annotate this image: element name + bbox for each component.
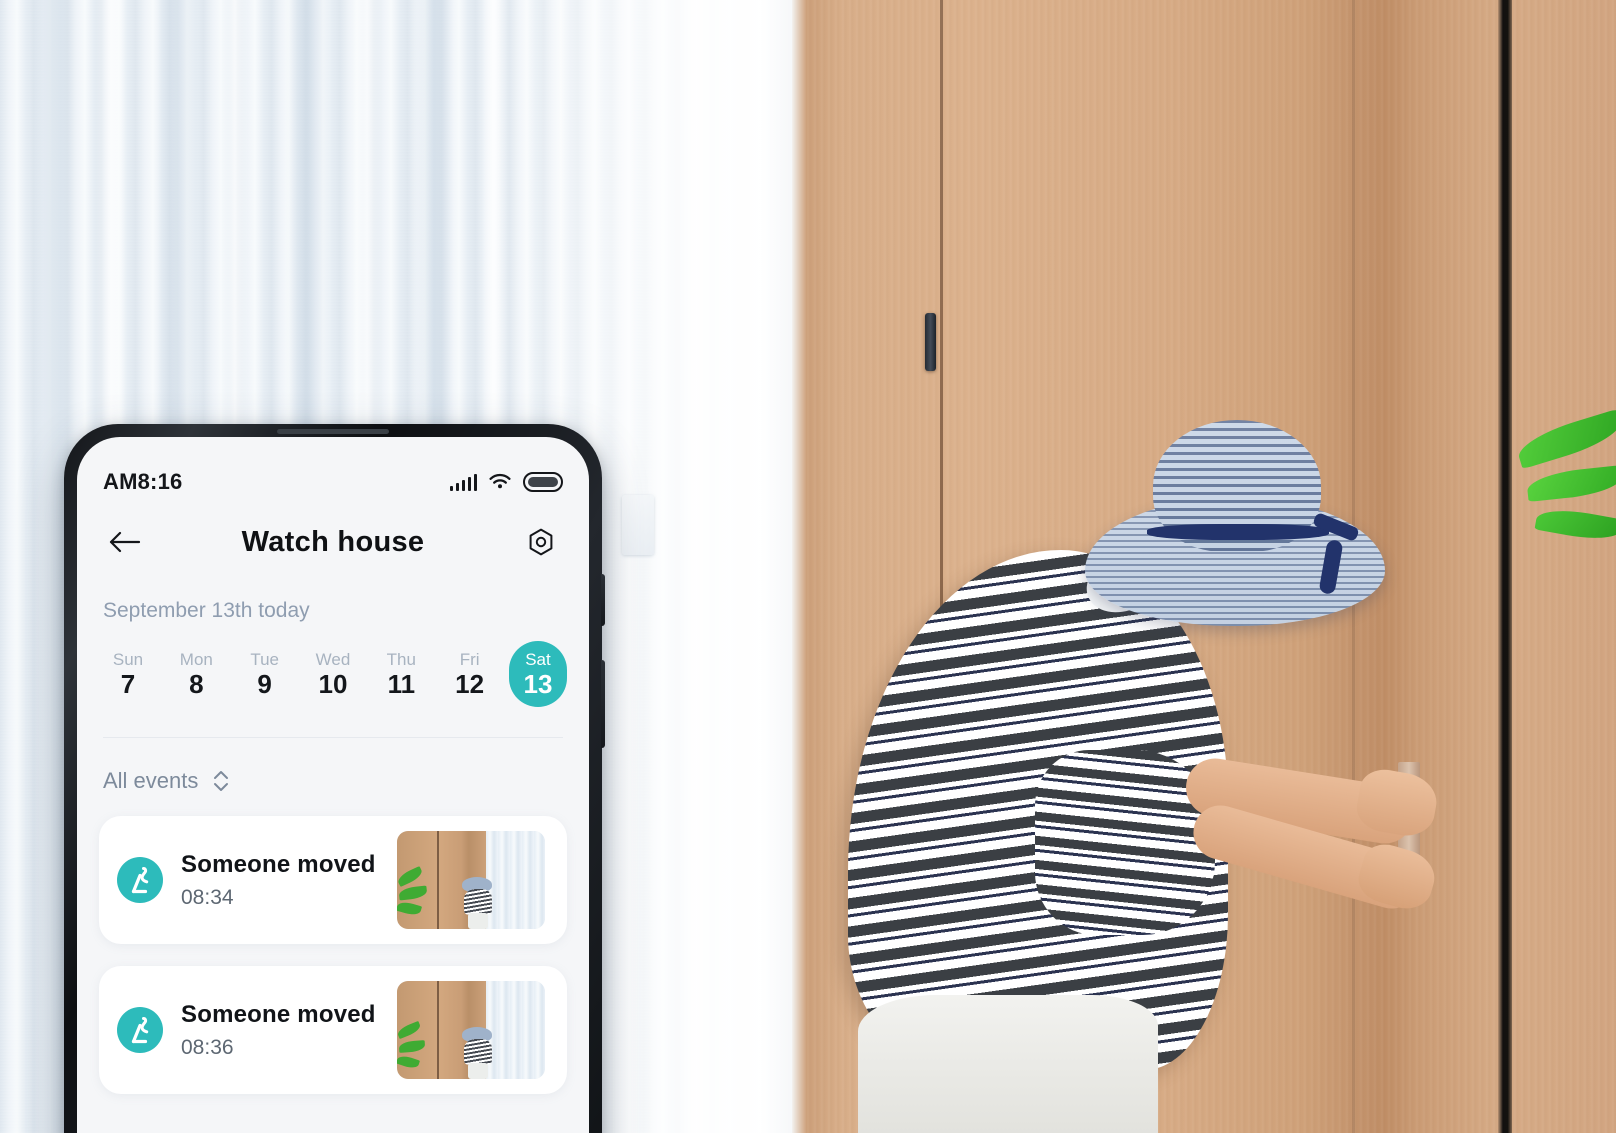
- thumb-body: [464, 1039, 493, 1065]
- door-handle: [925, 313, 936, 371]
- day-of-week: Thu: [386, 650, 416, 669]
- week-day-strip: Sun 7 Mon 8 Tue 9 Wed 10 Thu 11 Fri 12 S…: [77, 623, 589, 707]
- thumb-plant: [397, 865, 431, 927]
- earpiece-speaker: [277, 429, 389, 434]
- phone-screen: AM8:16 Watch house September 13th today …: [77, 437, 589, 1133]
- smartphone-device: AM8:16 Watch house September 13th today …: [64, 424, 605, 1133]
- sort-updown-chevron-icon: [214, 771, 229, 791]
- signal-icon: [449, 473, 477, 491]
- app-header: Watch house: [77, 501, 589, 573]
- event-text-block: Someone moved 08:34: [181, 851, 379, 910]
- date-label: September 13th today: [103, 599, 310, 622]
- event-time: 08:36: [181, 1035, 234, 1059]
- thumb-person: [462, 1027, 496, 1079]
- day-cell-tue[interactable]: Tue 9: [236, 641, 294, 707]
- day-number: 11: [387, 669, 416, 699]
- day-of-week: Sun: [112, 650, 144, 669]
- day-of-week: Fri: [459, 650, 480, 669]
- day-number: 12: [455, 669, 485, 699]
- settings-button[interactable]: [519, 520, 563, 564]
- event-text-block: Someone moved 08:36: [181, 1001, 379, 1060]
- white-pants: [858, 995, 1158, 1133]
- thumb-body: [464, 889, 493, 915]
- events-filter-label: All events: [103, 768, 199, 793]
- day-number: 10: [318, 669, 348, 699]
- event-time: 08:34: [181, 885, 234, 909]
- event-card[interactable]: Someone moved 08:34: [99, 816, 567, 944]
- day-number: 13: [523, 669, 553, 699]
- hex-nut-settings-icon: [529, 528, 553, 556]
- hat-band: [1147, 524, 1329, 540]
- day-of-week: Wed: [315, 650, 351, 669]
- day-cell-mon[interactable]: Mon 8: [167, 641, 225, 707]
- door-left-edge: [792, 0, 806, 1133]
- day-cell-thu[interactable]: Thu 11: [372, 641, 430, 707]
- events-list: Someone moved 08:34 Someone moved 08:36: [77, 794, 589, 1094]
- event-thumbnail[interactable]: [397, 981, 545, 1079]
- motion-walk-icon: [117, 1007, 163, 1053]
- day-of-week: Sat: [525, 650, 551, 669]
- back-button[interactable]: [103, 520, 147, 564]
- arrow-left-icon: [109, 531, 141, 553]
- event-thumbnail[interactable]: [397, 831, 545, 929]
- status-time: AM8:16: [103, 469, 183, 494]
- page-title: Watch house: [241, 525, 425, 558]
- thumb-legs: [468, 913, 489, 929]
- motion-walk-icon: [117, 857, 163, 903]
- wifi-icon: [489, 473, 511, 489]
- thumb-plant: [397, 1015, 431, 1077]
- status-bar: AM8:16: [77, 437, 589, 501]
- walking-person-glyph: [131, 867, 149, 894]
- thumb-door-seam: [436, 831, 439, 929]
- event-title: Someone moved: [181, 1000, 376, 1028]
- blue-bucket-hat: [1085, 420, 1385, 626]
- thumb-person: [462, 877, 496, 929]
- day-number: 8: [189, 669, 204, 699]
- day-of-week: Tue: [250, 650, 279, 669]
- walking-person-glyph: [131, 1017, 149, 1044]
- day-cell-sun[interactable]: Sun 7: [99, 641, 157, 707]
- day-cell-wed[interactable]: Wed 10: [304, 641, 362, 707]
- day-number: 9: [257, 669, 272, 699]
- day-number: 7: [120, 669, 136, 699]
- day-cell-sat-selected[interactable]: Sat 13: [508, 641, 567, 707]
- event-card[interactable]: Someone moved 08:36: [99, 966, 567, 1094]
- day-cell-fri[interactable]: Fri 12: [441, 641, 499, 707]
- day-of-week: Mon: [179, 650, 213, 669]
- wall-switch-plate: [622, 495, 654, 555]
- thumb-door-seam: [436, 981, 439, 1079]
- event-title: Someone moved: [181, 850, 376, 878]
- thumb-legs: [468, 1063, 489, 1079]
- person-at-door: [830, 420, 1470, 1133]
- door-dark-gap: [1498, 0, 1512, 1133]
- battery-icon: [523, 472, 563, 492]
- status-icon-group: [449, 472, 563, 492]
- events-filter-row[interactable]: All events: [77, 738, 589, 794]
- photo-scene: AM8:16 Watch house September 13th today …: [0, 0, 1616, 1133]
